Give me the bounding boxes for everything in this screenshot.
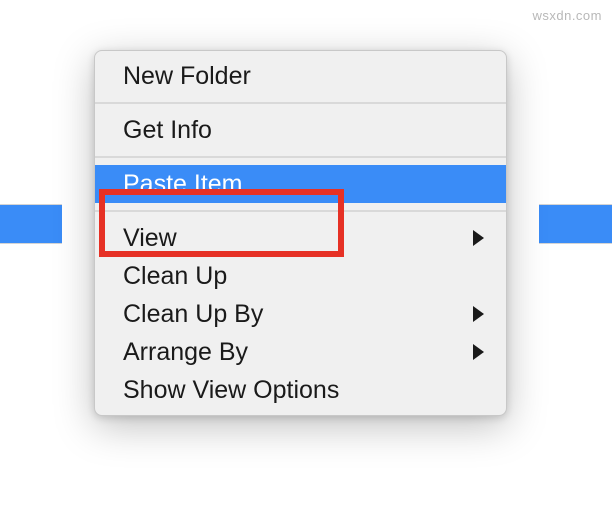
menu-item-paste-item[interactable]: Paste Item <box>95 165 506 203</box>
menu-item-label: New Folder <box>123 62 251 91</box>
menu-item-label: Paste Item <box>123 170 243 199</box>
menu-item-new-folder[interactable]: New Folder <box>95 57 506 95</box>
highlight-strip-left <box>0 205 62 243</box>
menu-item-label: Arrange By <box>123 338 248 367</box>
chevron-right-icon <box>473 306 484 322</box>
menu-item-label: Show View Options <box>123 376 339 405</box>
menu-item-view[interactable]: View <box>95 219 506 257</box>
menu-item-show-view-options[interactable]: Show View Options <box>95 371 506 409</box>
menu-item-clean-up[interactable]: Clean Up <box>95 257 506 295</box>
menu-item-label: Clean Up <box>123 262 227 291</box>
menu-separator <box>95 156 506 158</box>
highlight-strip-right <box>539 205 612 243</box>
watermark-text: wsxdn.com <box>532 8 602 23</box>
menu-item-label: Get Info <box>123 116 212 145</box>
menu-item-label: View <box>123 224 177 253</box>
menu-item-arrange-by[interactable]: Arrange By <box>95 333 506 371</box>
menu-item-label: Clean Up By <box>123 300 263 329</box>
chevron-right-icon <box>473 344 484 360</box>
menu-separator <box>95 210 506 212</box>
menu-separator <box>95 102 506 104</box>
menu-item-clean-up-by[interactable]: Clean Up By <box>95 295 506 333</box>
context-menu: New Folder Get Info Paste Item View Clea… <box>94 50 507 416</box>
chevron-right-icon <box>473 230 484 246</box>
menu-item-get-info[interactable]: Get Info <box>95 111 506 149</box>
